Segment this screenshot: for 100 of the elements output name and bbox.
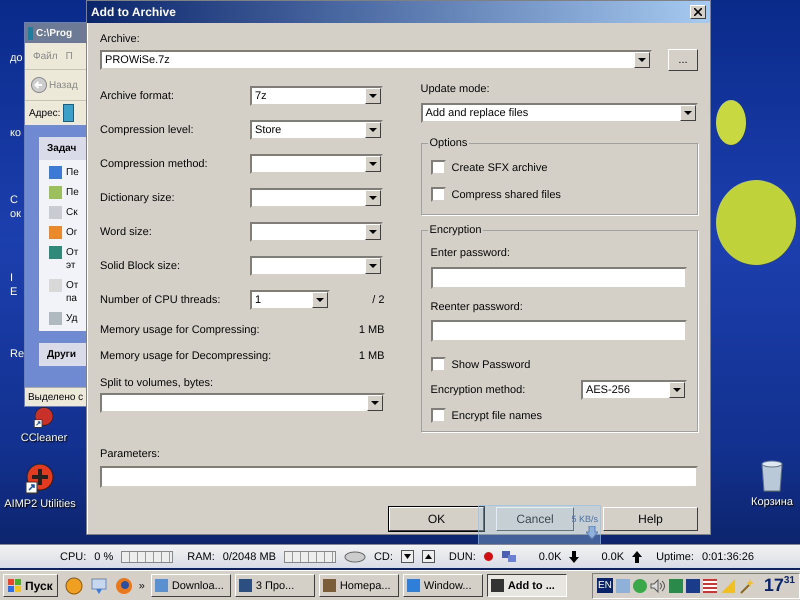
parameters-field[interactable] [100, 466, 698, 488]
desktop-icon-label[interactable]: CCleaner [20, 432, 68, 444]
close-button[interactable] [690, 5, 706, 19]
more-button[interactable]: » [136, 580, 147, 592]
status-dot-icon [484, 552, 493, 561]
encryption-method-label: Encryption method: [430, 384, 526, 396]
app-icon [154, 579, 168, 592]
setting-combo[interactable] [250, 222, 383, 242]
password-field[interactable] [430, 266, 687, 288]
checkbox-label[interactable]: Show Password [452, 358, 530, 370]
fish-drawing [716, 100, 746, 145]
task-link[interactable]: От эт [66, 246, 78, 272]
tray-icon[interactable] [668, 578, 683, 592]
task-link[interactable]: От па [66, 279, 78, 305]
speaker-icon[interactable] [650, 578, 666, 592]
uptime-value: 0:01:36:26 [702, 550, 754, 562]
taskbar-button[interactable]: Downloa... [150, 574, 231, 597]
desktop-icon-label: ко [10, 127, 22, 139]
drive-icon [344, 550, 366, 562]
password-label: Enter password: [430, 247, 511, 261]
app-icon [490, 579, 504, 592]
address-label: Адрес: [29, 108, 60, 118]
desktop-icon-label: Re [10, 348, 24, 360]
download-rate: 0.0K [538, 550, 562, 562]
thread-total: / 2 [372, 294, 384, 306]
download-arrow-icon [586, 526, 598, 540]
task-link[interactable]: Ск [66, 206, 78, 219]
upload-rate: 0.0K [601, 550, 624, 562]
trash-bin-icon[interactable] [759, 460, 785, 492]
dialog-button[interactable]: OK [389, 507, 484, 531]
ram-gauge-icon [284, 550, 336, 562]
wand-icon[interactable] [738, 578, 755, 594]
desktop-icon-label: до [10, 52, 23, 64]
archive-label: Archive: [100, 33, 141, 47]
app-icon [238, 579, 252, 592]
window-title: C:\Prog [36, 28, 72, 38]
taskbar-button[interactable]: Window... [402, 574, 483, 597]
setting-combo[interactable] [250, 188, 383, 208]
checkbox[interactable] [430, 160, 446, 175]
parameters-label: Parameters: [100, 448, 161, 462]
browser-icon[interactable] [114, 576, 133, 594]
eject-down-icon[interactable] [400, 550, 414, 563]
setting-combo[interactable]: 7z [250, 86, 383, 106]
group-title: Options [428, 137, 470, 149]
flag-icon[interactable] [702, 578, 717, 592]
checkbox[interactable] [430, 408, 446, 423]
setting-combo[interactable]: Store [250, 120, 383, 140]
taskbar-button[interactable]: Add to ... [486, 574, 567, 597]
desktop-icon-label[interactable]: Корзина [751, 496, 793, 508]
task-link[interactable]: Уд [66, 312, 78, 325]
language-indicator[interactable]: EN [596, 578, 613, 593]
checkbox-label[interactable]: Create SFX archive [452, 162, 548, 174]
setting-label: Dictionary size: [100, 192, 176, 204]
ram-label: RAM: [187, 550, 215, 562]
down-arrow-icon [569, 550, 580, 562]
update-mode-combo[interactable]: Add and replace files [420, 103, 698, 123]
network-icon [500, 550, 517, 564]
tray-icon[interactable] [686, 578, 700, 592]
app-shortcut-icon[interactable] [33, 406, 55, 428]
checkbox[interactable] [430, 187, 446, 202]
split-combo[interactable] [100, 393, 384, 413]
memory-value: 1 MB [358, 350, 384, 362]
setting-combo[interactable] [250, 154, 383, 174]
setting-label: Compression level: [100, 124, 195, 136]
ram-value: 0/2048 MB [222, 550, 276, 562]
task-link[interactable]: Ог [66, 226, 78, 239]
setting-label: Memory usage for Decompressing: [100, 350, 272, 362]
taskbar-button[interactable]: 3 Про... [234, 574, 315, 597]
desktop-icon-label: I [10, 272, 14, 284]
memory-value: 1 MB [358, 324, 384, 336]
checkbox[interactable] [430, 357, 446, 372]
archive-combo[interactable]: PROWiSe.7z [100, 50, 652, 70]
browse-button[interactable]: ... [668, 49, 698, 71]
desktop-icon-label: E [10, 286, 18, 298]
setting-combo[interactable] [250, 256, 383, 276]
task-icon [49, 226, 62, 239]
checkbox-label[interactable]: Compress shared files [452, 188, 561, 200]
quick-launch-icon[interactable] [90, 576, 108, 594]
password-field[interactable] [430, 320, 687, 342]
close-icon[interactable] [694, 8, 702, 16]
checkbox-label[interactable]: Encrypt file names [452, 410, 542, 422]
dun-label: DUN: [448, 550, 476, 562]
app-shortcut-icon[interactable] [24, 462, 56, 494]
task-icon [49, 166, 62, 179]
quick-launch-icon[interactable] [64, 576, 83, 594]
setting-label: Number of CPU threads: [100, 294, 222, 306]
taskbar-button[interactable]: Homepa... [318, 574, 399, 597]
task-icon [49, 206, 62, 219]
eject-up-icon[interactable] [422, 550, 435, 563]
threads-combo[interactable]: 1 [250, 290, 330, 310]
setting-label: Compression method: [100, 158, 209, 170]
desktop-icon-label[interactable]: AIMP2 Utilities [4, 498, 76, 510]
cpu-value: 0 % [94, 550, 114, 562]
windows-logo-icon [8, 578, 22, 592]
encryption-method-combo[interactable]: AES-256 [581, 380, 687, 400]
dialog-button[interactable]: Help [603, 507, 698, 531]
task-link[interactable]: Пе [66, 166, 79, 179]
task-icon [49, 279, 62, 292]
start-button[interactable]: Пуск [3, 574, 58, 597]
task-link[interactable]: Пе [66, 186, 79, 199]
